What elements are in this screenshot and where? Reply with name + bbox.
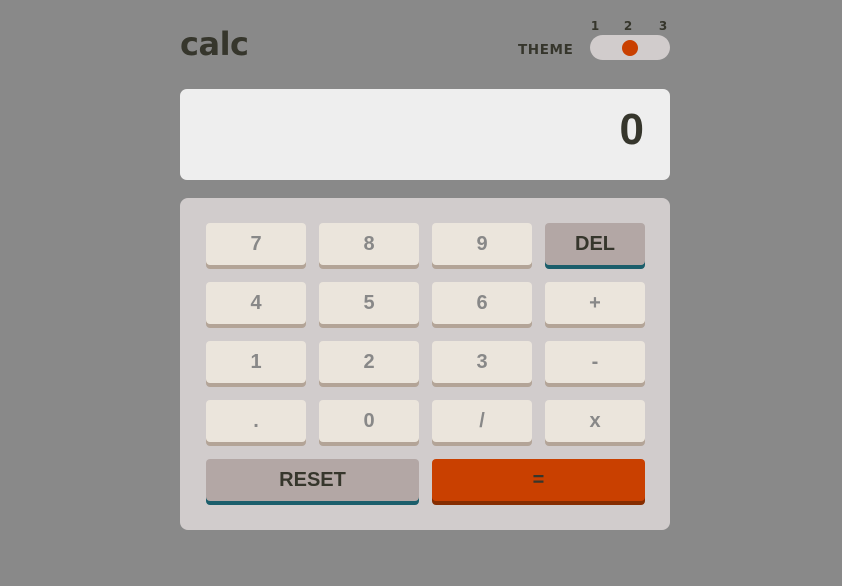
- reset-button[interactable]: RESET: [206, 459, 419, 501]
- theme-option-3[interactable]: 3: [656, 19, 670, 33]
- key-3[interactable]: 3: [432, 341, 532, 383]
- key-divide[interactable]: /: [432, 400, 532, 442]
- keypad: 7 8 9 DEL 4 5 6 + 1 2 3 - . 0 / x RESET …: [180, 198, 670, 530]
- calculator-app: calc THEME 1 2 3 0 7 8 9 DEL 4 5 6 + 1 2…: [180, 0, 670, 586]
- display-value: 0: [619, 105, 644, 154]
- key-add[interactable]: +: [545, 282, 645, 324]
- key-4[interactable]: 4: [206, 282, 306, 324]
- key-2[interactable]: 2: [319, 341, 419, 383]
- key-subtract[interactable]: -: [545, 341, 645, 383]
- theme-option-2[interactable]: 2: [621, 19, 635, 33]
- theme-toggle[interactable]: [590, 35, 670, 60]
- key-6[interactable]: 6: [432, 282, 532, 324]
- key-0[interactable]: 0: [319, 400, 419, 442]
- theme-option-1[interactable]: 1: [588, 19, 602, 33]
- key-decimal[interactable]: .: [206, 400, 306, 442]
- app-logo: calc: [180, 25, 249, 63]
- key-7[interactable]: 7: [206, 223, 306, 265]
- header: calc THEME 1 2 3: [180, 0, 670, 89]
- theme-label: THEME: [518, 42, 574, 58]
- key-1[interactable]: 1: [206, 341, 306, 383]
- theme-toggle-knob[interactable]: [622, 40, 638, 56]
- key-8[interactable]: 8: [319, 223, 419, 265]
- key-5[interactable]: 5: [319, 282, 419, 324]
- delete-button[interactable]: DEL: [545, 223, 645, 265]
- key-multiply[interactable]: x: [545, 400, 645, 442]
- equals-button[interactable]: =: [432, 459, 645, 501]
- key-9[interactable]: 9: [432, 223, 532, 265]
- display-screen: 0: [180, 89, 670, 180]
